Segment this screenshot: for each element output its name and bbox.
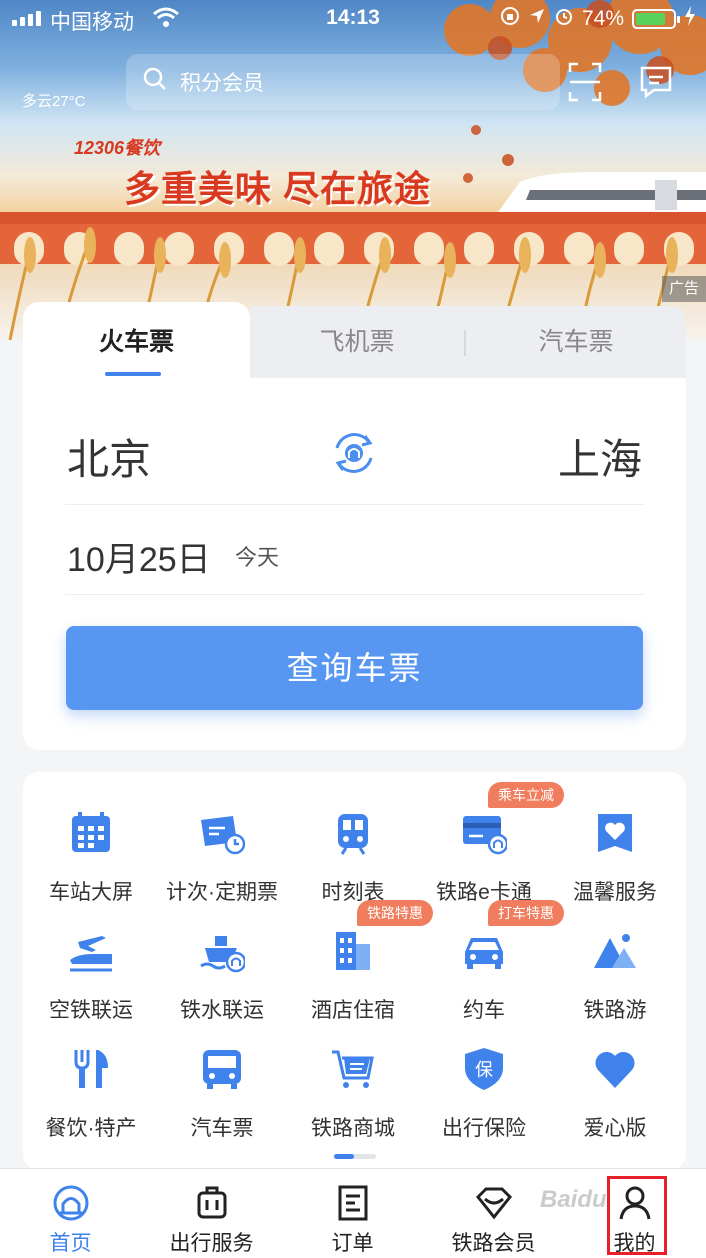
service-label: 空铁联运 xyxy=(49,999,133,1022)
swap-icon xyxy=(335,433,373,473)
message-icon xyxy=(640,66,672,99)
service-ride[interactable]: 打车特惠 约车 xyxy=(418,900,564,1024)
service-timetable[interactable]: 时刻表 xyxy=(287,810,419,906)
promo-badge: 铁路特惠 xyxy=(357,900,433,926)
service-love-edition[interactable]: 爱心版 xyxy=(549,1046,681,1142)
tab-flight-ticket[interactable]: 飞机票 xyxy=(250,302,464,380)
service-label: 酒店住宿 xyxy=(311,999,395,1022)
nav-home[interactable]: 首页 xyxy=(0,1169,141,1258)
battery-icon xyxy=(632,9,680,29)
arrival-city[interactable]: 上海 xyxy=(558,426,642,487)
tab-label: 火车票 xyxy=(98,328,174,356)
highlight-box xyxy=(607,1176,667,1255)
ticket-clock-icon xyxy=(201,816,245,855)
weather-text: 多云27°C xyxy=(22,93,86,110)
ad-slogan-text: 多重美味 尽在旅途 xyxy=(124,168,432,209)
service-ecard[interactable]: 乘车立减 铁路e卡通 xyxy=(418,782,564,906)
service-label: 汽车票 xyxy=(190,1117,254,1140)
cutlery-icon xyxy=(74,1050,108,1088)
service-station-screen[interactable]: 车站大屏 xyxy=(25,810,157,906)
service-grid: 车站大屏 计次·定期票 时刻表 乘车立减 铁路e卡通 温馨服务 空铁联运 铁水联… xyxy=(23,772,686,1170)
divider xyxy=(65,504,644,505)
svg-text:保: 保 xyxy=(475,1060,493,1081)
swap-stations-button[interactable] xyxy=(329,428,379,478)
nav-travel-service[interactable]: 出行服务 xyxy=(141,1169,282,1258)
nav-label: 出行服务 xyxy=(169,1232,254,1255)
ad-label: 广告 xyxy=(662,276,706,302)
departure-date[interactable]: 10月25日 xyxy=(67,532,211,581)
service-mall[interactable]: 铁路商城 xyxy=(287,1046,419,1142)
baidu-watermark: Baidu xyxy=(540,1186,607,1213)
heart-box-icon xyxy=(598,814,632,852)
tab-bus-ticket[interactable]: 汽车票 xyxy=(466,302,686,380)
railway-logo-icon xyxy=(53,1185,88,1221)
charging-icon xyxy=(684,6,696,32)
nav-label: 首页 xyxy=(49,1232,92,1255)
search-placeholder: 积分会员 xyxy=(180,72,264,95)
cart-icon xyxy=(332,1050,374,1088)
scan-icon xyxy=(568,62,602,102)
ad-brand-text: 12306餐饮 xyxy=(74,138,161,158)
calendar-icon xyxy=(72,812,110,852)
service-label: 计次·定期票 xyxy=(166,881,278,904)
page-indicator xyxy=(334,1154,376,1159)
promo-badge: 打车特惠 xyxy=(488,900,564,926)
order-icon xyxy=(338,1185,367,1221)
promo-badge: 乘车立减 xyxy=(488,782,564,808)
service-hotel[interactable]: 铁路特惠 酒店住宿 xyxy=(287,900,433,1024)
luggage-icon xyxy=(197,1186,226,1219)
hotel-icon xyxy=(336,932,370,970)
tab-train-ticket[interactable]: 火车票 xyxy=(23,302,250,380)
tab-label: 汽车票 xyxy=(538,328,614,356)
query-tickets-button[interactable]: 查询车票 xyxy=(66,626,643,710)
service-label: 约车 xyxy=(463,999,505,1022)
tab-label: 飞机票 xyxy=(319,328,395,356)
diamond-icon xyxy=(475,1187,512,1220)
service-label: 车站大屏 xyxy=(49,881,133,904)
service-pass-ticket[interactable]: 计次·定期票 xyxy=(156,810,288,906)
alarm-icon xyxy=(554,6,574,32)
service-air-rail[interactable]: 空铁联运 xyxy=(25,928,157,1024)
service-label: 爱心版 xyxy=(583,1117,647,1140)
rotation-lock-icon xyxy=(500,6,520,32)
message-button[interactable] xyxy=(638,64,674,100)
departure-city[interactable]: 北京 xyxy=(67,426,151,487)
ticket-type-tabs: 火车票 飞机票 汽车票 xyxy=(23,302,686,380)
service-rail-tour[interactable]: 铁路游 xyxy=(549,928,681,1024)
service-food[interactable]: 餐饮·特产 xyxy=(25,1046,157,1142)
service-label: 餐饮·特产 xyxy=(45,1117,137,1140)
scan-button[interactable] xyxy=(568,60,602,104)
car-icon xyxy=(465,938,503,969)
service-label: 铁路商城 xyxy=(311,1117,395,1140)
divider xyxy=(65,594,644,595)
search-icon xyxy=(142,66,168,98)
service-label: 铁水联运 xyxy=(180,999,264,1022)
location-icon xyxy=(528,7,546,31)
battery-percent: 74% xyxy=(581,7,624,30)
service-label: 出行保险 xyxy=(442,1117,526,1140)
bus-icon xyxy=(203,1050,241,1089)
service-insurance[interactable]: 保 出行保险 xyxy=(418,1046,550,1142)
departure-day: 今天 xyxy=(235,545,280,570)
banner-ad[interactable]: 中国移动 14:13 74% 多云27°C 积分会员 12306餐饮 多重美味 … xyxy=(0,0,706,340)
nav-label: 铁路会员 xyxy=(451,1232,536,1255)
service-care[interactable]: 温馨服务 xyxy=(549,810,681,906)
service-rail-water[interactable]: 铁水联运 xyxy=(156,928,288,1024)
mountain-icon xyxy=(594,934,636,968)
status-bar: 中国移动 14:13 74% xyxy=(0,0,706,38)
service-label: 铁路游 xyxy=(583,999,647,1022)
service-label: 温馨服务 xyxy=(573,881,657,904)
plane-train-icon xyxy=(70,936,112,972)
shield-icon: 保 xyxy=(465,1048,503,1090)
active-tab-underline xyxy=(105,372,161,376)
card-icon xyxy=(463,816,507,855)
train-icon xyxy=(338,814,368,855)
heart-icon xyxy=(595,1051,635,1088)
service-bus-ticket[interactable]: 汽车票 xyxy=(156,1046,288,1142)
nav-orders[interactable]: 订单 xyxy=(282,1169,423,1258)
search-bar[interactable]: 积分会员 xyxy=(126,54,560,110)
nav-label: 订单 xyxy=(331,1232,374,1255)
booking-card: 北京 上海 10月25日 今天 查询车票 xyxy=(23,378,686,750)
ship-icon xyxy=(200,936,245,973)
